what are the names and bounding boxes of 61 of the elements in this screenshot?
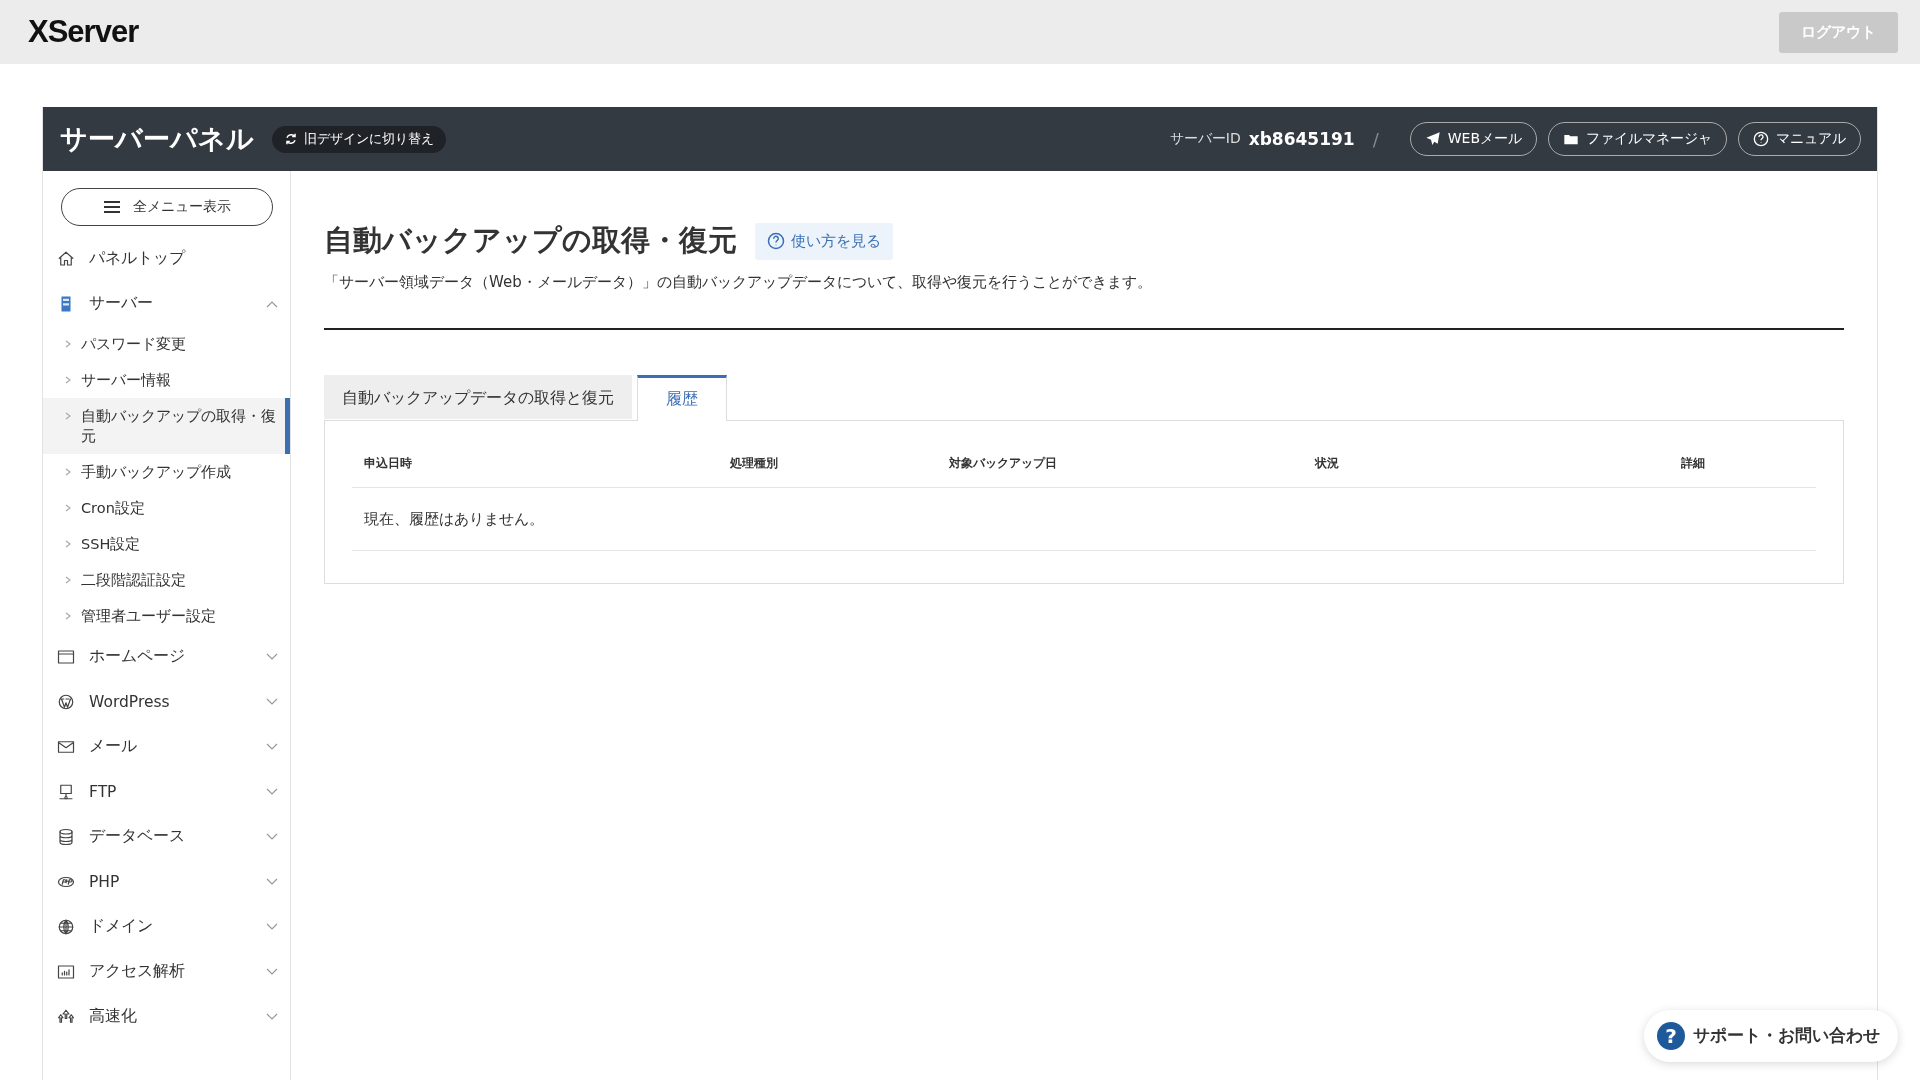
sidebar-item[interactable]: 高速化	[43, 994, 290, 1039]
bar-chart-icon	[57, 962, 75, 981]
switch-design-button[interactable]: 旧デザインに切り替え	[272, 125, 446, 153]
paper-plane-icon	[1424, 131, 1441, 147]
home-icon	[57, 249, 75, 268]
refresh-icon	[284, 132, 298, 146]
globe-icon	[57, 917, 75, 936]
expand-caret-icon	[266, 697, 278, 706]
column-header: 対象バックアップ日	[949, 454, 1058, 472]
sidebar-subitem[interactable]: 管理者ユーザー設定	[43, 598, 290, 634]
column-header: 処理種別	[730, 454, 779, 472]
page-description: 「サーバー領域データ（Web・メールデータ）」の自動バックアップデータについて、取得や復元を行うことができます。	[324, 273, 1153, 292]
separator: /	[1372, 128, 1379, 150]
question-icon: ?	[1657, 1022, 1685, 1050]
tab[interactable]: 自動バックアップデータの取得と復元	[324, 375, 632, 419]
sidebar-subitem[interactable]: 自動バックアップの取得・復元	[43, 398, 290, 454]
database-icon	[57, 827, 75, 846]
expand-caret-icon	[266, 652, 278, 661]
server-id-label: サーバーID	[1169, 130, 1241, 148]
sidebar-subitem[interactable]: サーバー情報	[43, 362, 290, 398]
browser-window-icon	[57, 647, 75, 666]
expand-caret-icon	[266, 877, 278, 886]
help-icon	[767, 232, 785, 250]
sidebar-subitem[interactable]: Cron設定	[43, 490, 290, 526]
sidebar-item[interactable]: サーバー	[43, 281, 290, 326]
help-link[interactable]: 使い方を見る	[755, 222, 893, 260]
page-title: 自動バックアップの取得・復元	[324, 222, 737, 259]
sidebar-item[interactable]: WordPress	[43, 679, 290, 724]
empty-message: 現在、履歴はありません。	[364, 509, 544, 529]
sidebar-subitem[interactable]: パスワード変更	[43, 326, 290, 362]
help-icon	[1753, 131, 1769, 147]
server-id: xb8645191	[1248, 129, 1355, 149]
sidebar-subitem[interactable]: 手動バックアップ作成	[43, 454, 290, 490]
sidebar-subitem[interactable]: 二段階認証設定	[43, 562, 290, 598]
sidebar-item[interactable]: ドメイン	[43, 904, 290, 949]
sidebar-item[interactable]: データベース	[43, 814, 290, 859]
column-header: 申込日時	[364, 454, 413, 472]
menu-icon	[103, 200, 121, 214]
sidebar-item[interactable]: ホームページ	[43, 634, 290, 679]
panel-title: サーバーパネル	[60, 122, 254, 156]
column-header: 詳細	[1681, 454, 1706, 472]
expand-caret-icon	[266, 922, 278, 931]
tab[interactable]: 履歴	[637, 375, 727, 421]
logo: XServer	[28, 14, 139, 50]
sidebar-item[interactable]: PHP	[43, 859, 290, 904]
expand-caret-icon	[266, 1012, 278, 1021]
sidebar-item[interactable]: メール	[43, 724, 290, 769]
support-button[interactable]: ? サポート・お問い合わせ	[1644, 1010, 1898, 1062]
column-header: 状況	[1315, 454, 1340, 472]
sidebar-item[interactable]: アクセス解析	[43, 949, 290, 994]
sidebar-item[interactable]: FTP	[43, 769, 290, 814]
expand-caret-icon	[266, 787, 278, 796]
expand-caret-icon	[266, 742, 278, 751]
wordpress-icon	[57, 692, 75, 711]
expand-caret-icon	[266, 832, 278, 841]
sidebar-subitem[interactable]: SSH設定	[43, 526, 290, 562]
full-menu-button[interactable]: 全メニュー表示	[61, 188, 273, 226]
expand-caret-icon	[266, 967, 278, 976]
collapse-caret-icon	[266, 299, 278, 308]
sidebar-item[interactable]: パネルトップ	[43, 236, 290, 281]
network-monitor-icon	[57, 782, 75, 801]
